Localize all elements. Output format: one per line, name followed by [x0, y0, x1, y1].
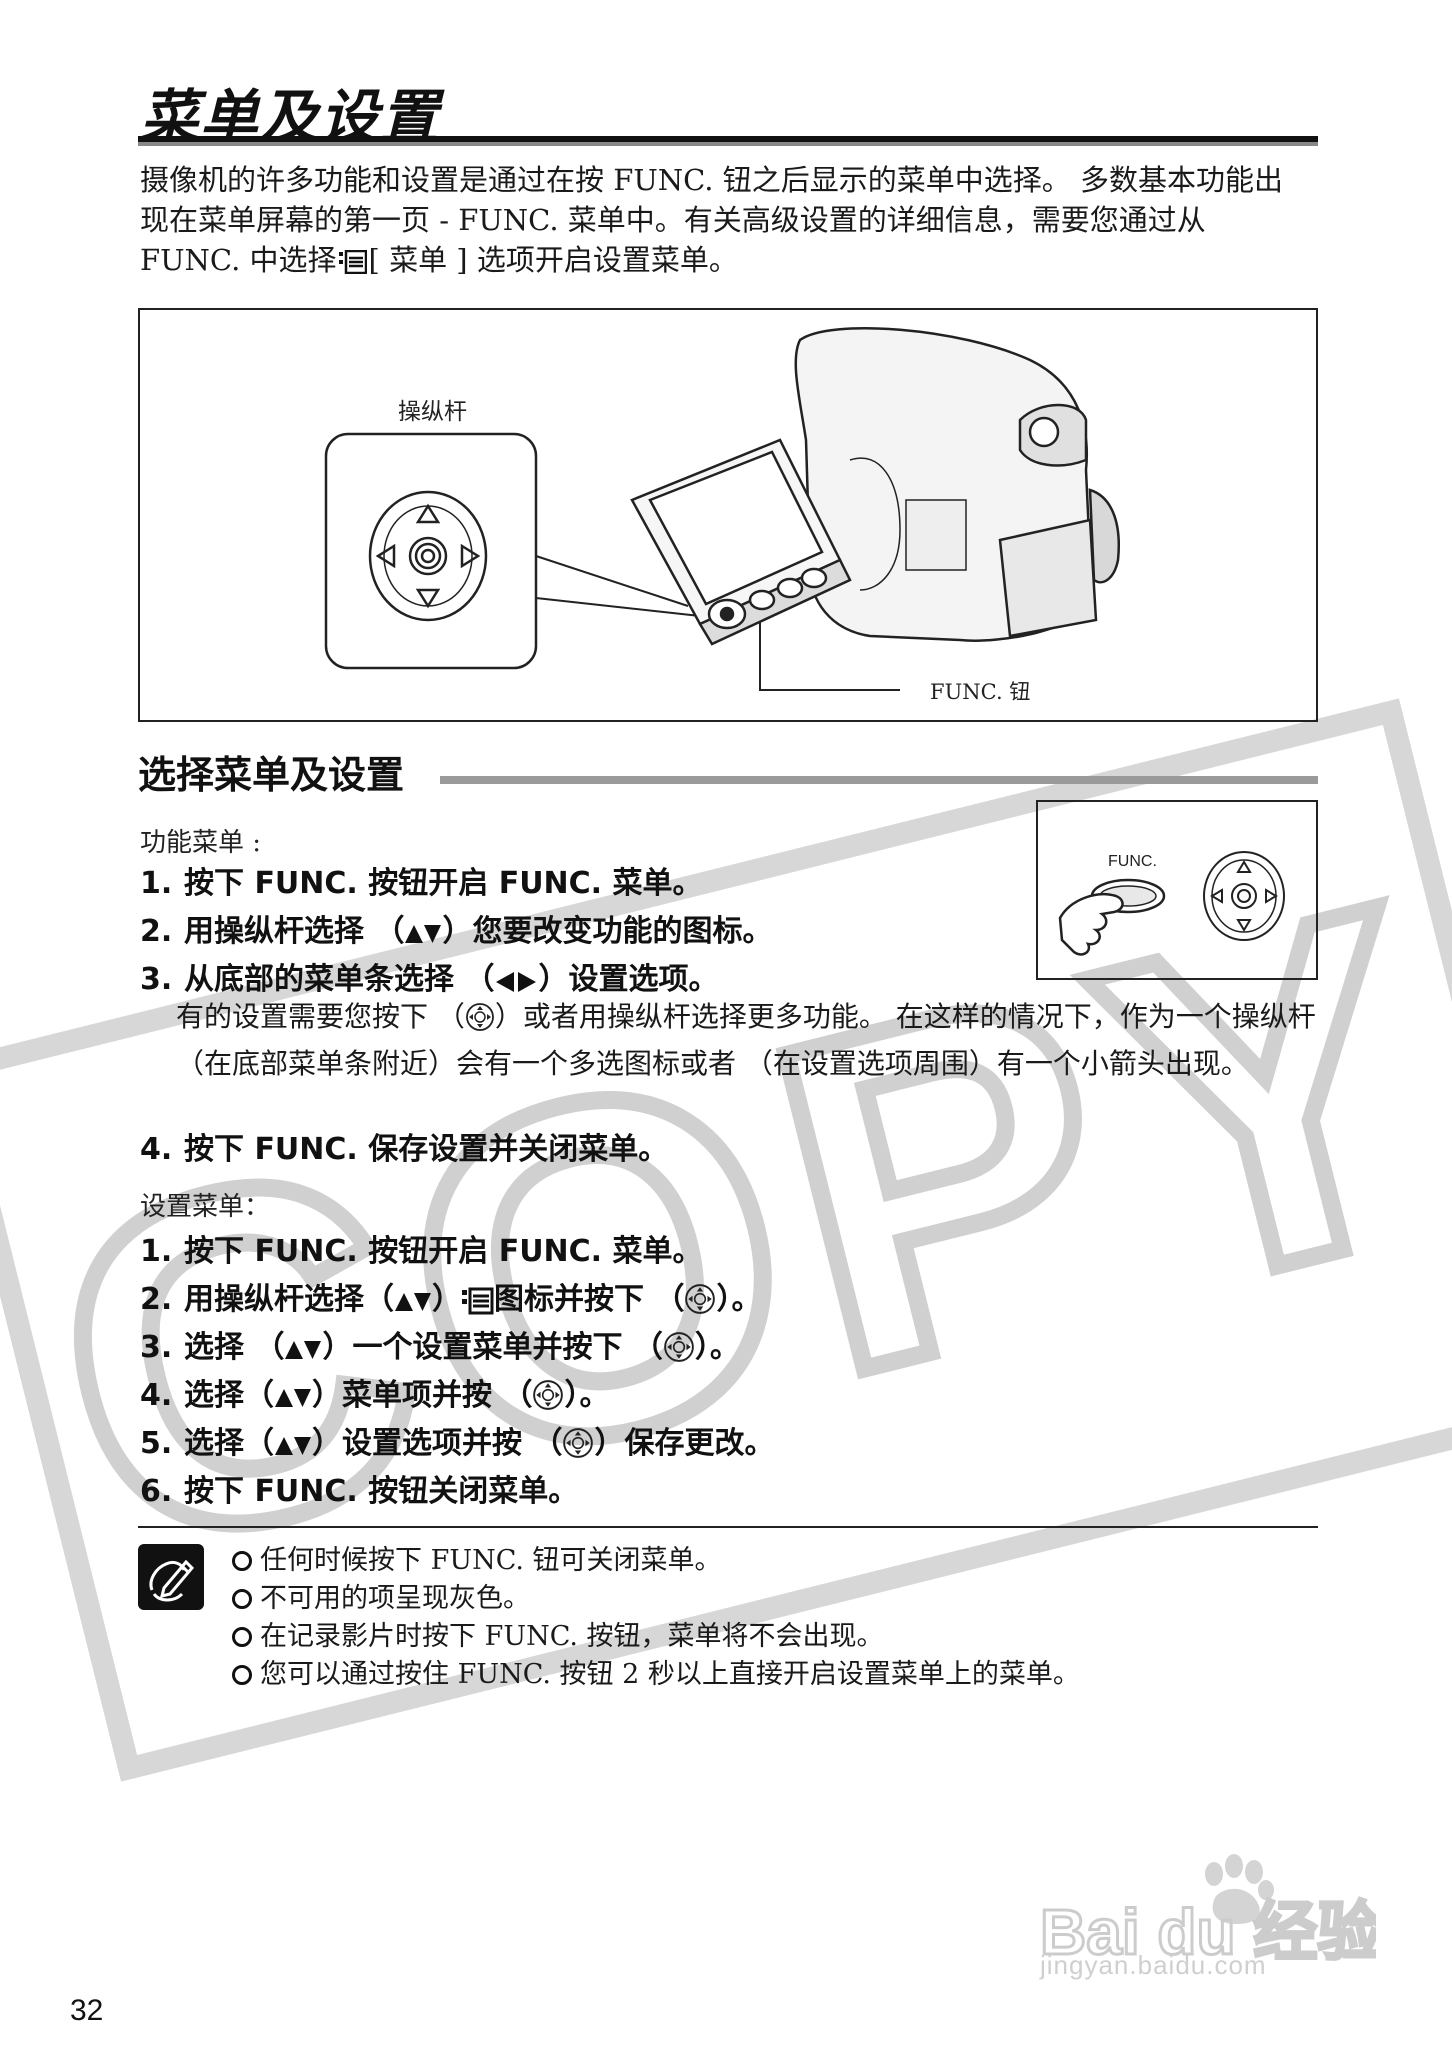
joystick-press-icon [532, 1379, 564, 1419]
joystick-small-icon [1203, 851, 1285, 941]
finger-icon [1058, 893, 1124, 956]
func-inset-label: FUNC. [1108, 853, 1157, 870]
step3-note: 有的设置需要您按下 （）或者用操纵杆选择更多功能。 在这样的情况下，作为一个操纵… [176, 1000, 1316, 1080]
note-item: 任何时候按下 FUNC. 钮可关闭菜单。 [232, 1538, 722, 1577]
setup-step-2: 2. 用操纵杆选择（）图标并按下 （）。 [140, 1274, 761, 1323]
setup-step-3: 3. 选择 （）一个设置菜单并按下 （）。 [140, 1322, 740, 1371]
setup-step-1: 1. 按下 FUNC. 按钮开启 FUNC. 菜单。 [140, 1234, 703, 1269]
joystick-press-icon [562, 1427, 594, 1467]
note-item: 不可用的项呈现灰色。 [232, 1576, 530, 1615]
setup-step-6: 6. 按下 FUNC. 按钮关闭菜单。 [140, 1474, 579, 1509]
joystick-press-icon [684, 1283, 716, 1323]
func-step-4: 4. 按下 FUNC. 保存设置并关闭菜单。 [140, 1132, 669, 1167]
up-down-arrows-icon [274, 1432, 312, 1467]
up-down-arrows-icon [404, 920, 442, 955]
joystick-press-icon [465, 1002, 495, 1043]
up-down-arrows-icon [274, 1384, 312, 1419]
setup-step-5: 5. 选择（ ）设置选项并按 （）保存更改。 [140, 1418, 774, 1467]
func-step-1: 1. 按下 FUNC. 按钮开启 FUNC. 菜单。 [140, 866, 703, 901]
func-step-2: 2. 用操纵杆选择 （）您要改变功能的图标。 [140, 906, 772, 955]
note-item: 您可以通过按住 FUNC. 按钮 2 秒以上直接开启设置菜单上的菜单。 [232, 1652, 1080, 1691]
setup-menu-heading: 设置菜单： [140, 1192, 271, 1222]
bullet-circle-icon [232, 1551, 252, 1571]
note-item: 在记录影片时按下 FUNC. 按钮，菜单将不会出现。 [232, 1614, 884, 1653]
up-down-arrows-icon [394, 1288, 432, 1323]
menu-icon [462, 1287, 494, 1323]
page-number: 32 [70, 1994, 104, 2027]
notes-rule [138, 1526, 1318, 1528]
pencil-note-icon [138, 1544, 204, 1610]
func-menu-heading: 功能菜单 : [140, 828, 262, 858]
baidu-url: jingyan.baidu.com [1040, 1950, 1267, 1980]
up-down-arrows-icon [284, 1336, 322, 1371]
bullet-circle-icon [232, 1589, 252, 1609]
setup-step-4: 4. 选择（ ）菜单项并按 （）。 [140, 1370, 609, 1419]
joystick-press-icon [663, 1331, 695, 1371]
bullet-circle-icon [232, 1665, 252, 1685]
bullet-circle-icon [232, 1627, 252, 1647]
manual-page: COPY 菜单及设置 摄像机的许多功能和设置是通过在按 FUNC. 钮之后显示的… [0, 0, 1452, 2064]
